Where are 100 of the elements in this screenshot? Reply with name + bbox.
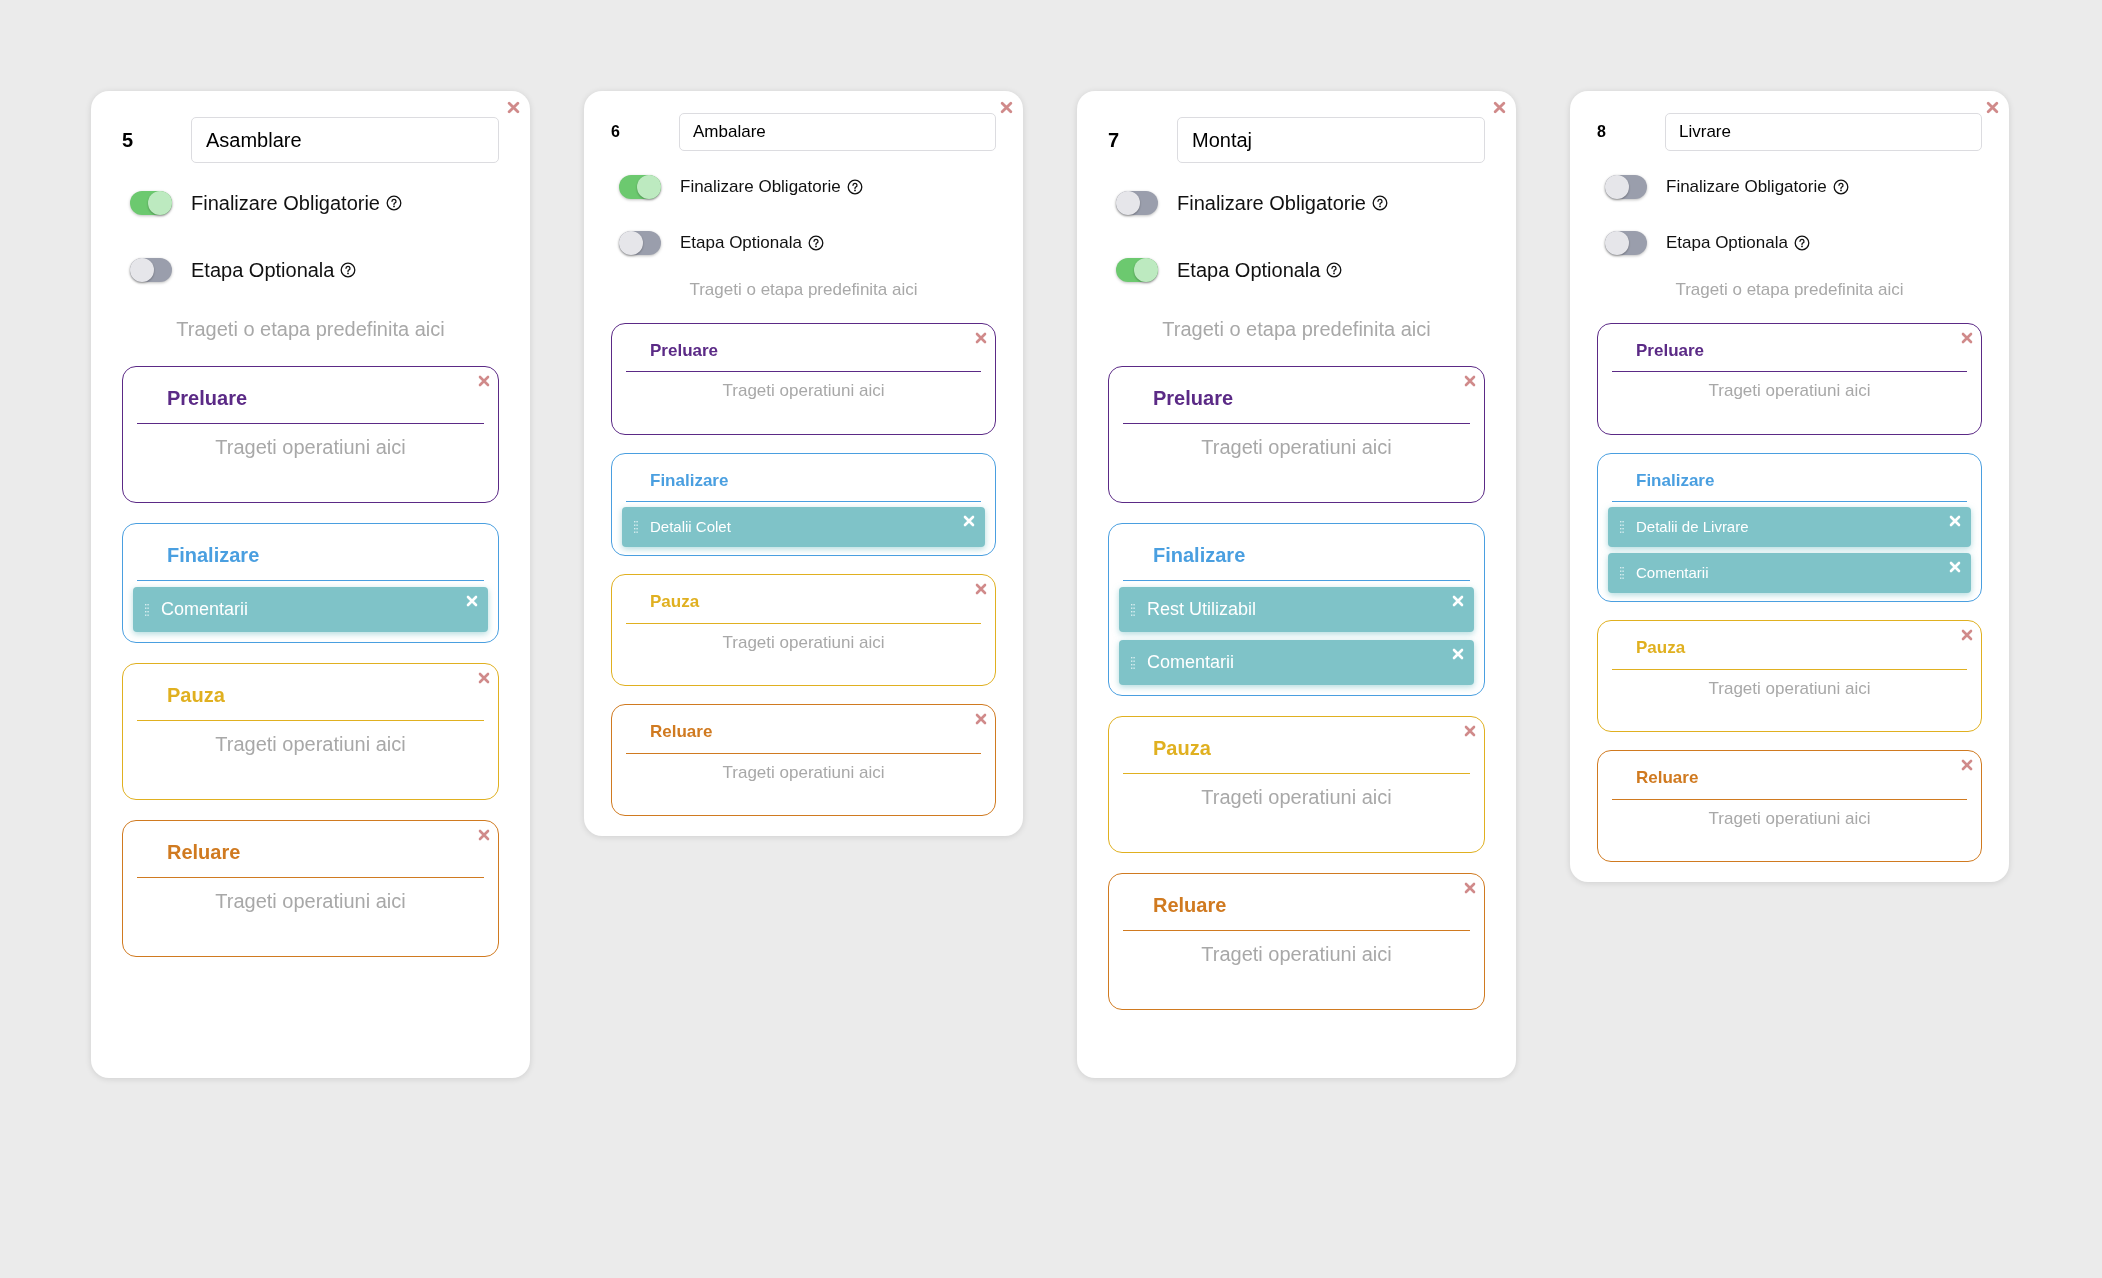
close-icon[interactable] bbox=[1961, 629, 1973, 641]
phase-title: Pauza bbox=[650, 591, 700, 613]
help-icon[interactable] bbox=[340, 262, 357, 278]
operation-item[interactable]: Detalii de Livrare bbox=[1608, 507, 1971, 547]
remove-icon[interactable] bbox=[466, 595, 478, 607]
operation-item[interactable]: Detalii Colet bbox=[622, 507, 985, 547]
toggle-label: Finalizare Obligatorie bbox=[680, 176, 841, 199]
help-icon[interactable] bbox=[1326, 262, 1343, 278]
close-icon[interactable] bbox=[1464, 725, 1476, 737]
drag-handle-icon[interactable] bbox=[1620, 521, 1624, 533]
remove-icon[interactable] bbox=[1452, 595, 1464, 607]
drop-zone[interactable]: Preluare Trageti operatiuni aici bbox=[122, 366, 499, 503]
stage-name-field[interactable]: Livrare bbox=[1665, 113, 1982, 151]
toggle-switch[interactable] bbox=[619, 175, 661, 199]
close-icon[interactable] bbox=[975, 713, 987, 725]
toggle-label: Etapa Optionala bbox=[1666, 232, 1788, 255]
phase-title: Pauza bbox=[167, 683, 225, 708]
close-icon[interactable] bbox=[1493, 101, 1506, 114]
phase-title: Reluare bbox=[650, 721, 713, 743]
help-icon[interactable] bbox=[846, 179, 863, 195]
drop-hint: Trageti o etapa predefinita aici bbox=[1161, 317, 1432, 342]
stage-number: 7 bbox=[1108, 128, 1121, 153]
close-icon[interactable] bbox=[1000, 101, 1013, 114]
phase-title: Reluare bbox=[1153, 893, 1227, 918]
drop-zone[interactable]: Finalizare Detalii de Livrare Comentarii bbox=[1597, 452, 1982, 602]
operation-item[interactable]: Rest Utilizabil bbox=[1119, 587, 1474, 632]
drop-zone[interactable]: Pauza Trageti operatiuni aici bbox=[611, 574, 996, 686]
drag-handle-icon[interactable] bbox=[145, 603, 149, 616]
drop-zone[interactable]: Preluare Trageti operatiuni aici bbox=[611, 322, 996, 435]
close-icon[interactable] bbox=[1464, 375, 1476, 387]
drop-zone[interactable]: Preluare Trageti operatiuni aici bbox=[1597, 322, 1982, 435]
phase-title: Pauza bbox=[1153, 736, 1211, 761]
phase-title: Pauza bbox=[1636, 637, 1686, 659]
toggle-switch[interactable] bbox=[1116, 191, 1158, 215]
close-icon[interactable] bbox=[1464, 882, 1476, 894]
help-icon[interactable] bbox=[386, 195, 402, 211]
help-icon[interactable] bbox=[1832, 179, 1849, 195]
drop-placeholder: Trageti operatiuni aici bbox=[1200, 785, 1393, 810]
close-icon[interactable] bbox=[478, 672, 490, 684]
toggle-switch[interactable] bbox=[619, 231, 661, 255]
help-icon[interactable] bbox=[807, 235, 824, 251]
operation-item[interactable]: Comentarii bbox=[133, 587, 488, 632]
remove-icon[interactable] bbox=[963, 515, 975, 527]
remove-icon[interactable] bbox=[1452, 648, 1464, 660]
close-icon[interactable] bbox=[975, 583, 987, 595]
drop-placeholder: Trageti operatiuni aici bbox=[214, 889, 407, 914]
drop-placeholder: Trageti operatiuni aici bbox=[1200, 435, 1393, 460]
drop-zone[interactable]: Pauza Trageti operatiuni aici bbox=[1597, 620, 1982, 732]
phase-title: Preluare bbox=[1153, 386, 1234, 411]
help-icon[interactable] bbox=[1372, 195, 1388, 211]
close-icon[interactable] bbox=[1986, 101, 1999, 114]
remove-icon[interactable] bbox=[1949, 515, 1961, 527]
drop-placeholder: Trageti operatiuni aici bbox=[214, 732, 407, 757]
operation-label: Detalii Colet bbox=[650, 516, 731, 537]
stage-number: 8 bbox=[1597, 122, 1607, 142]
toggle-label: Finalizare Obligatorie bbox=[1666, 176, 1827, 199]
drop-zone[interactable]: Finalizare Detalii Colet bbox=[611, 452, 996, 556]
drop-zone[interactable]: Pauza Trageti operatiuni aici bbox=[122, 663, 499, 800]
toggle-switch[interactable] bbox=[130, 258, 172, 282]
operation-item[interactable]: Comentarii bbox=[1608, 553, 1971, 593]
drag-handle-icon[interactable] bbox=[1620, 567, 1624, 579]
drop-hint: Trageti o etapa predefinita aici bbox=[175, 317, 446, 342]
toggle-label: Finalizare Obligatorie bbox=[1177, 191, 1366, 216]
drop-zone[interactable]: Reluare Trageti operatiuni aici bbox=[1597, 750, 1982, 862]
drag-handle-icon[interactable] bbox=[1131, 656, 1135, 669]
phase-title: Finalizare bbox=[167, 543, 260, 568]
drop-hint: Trageti o etapa predefinita aici bbox=[1674, 279, 1905, 301]
close-icon[interactable] bbox=[478, 829, 490, 841]
operation-label: Comentarii bbox=[1147, 651, 1235, 674]
phase-title: Finalizare bbox=[650, 469, 729, 492]
toggle-switch[interactable] bbox=[1605, 231, 1647, 255]
close-icon[interactable] bbox=[1961, 331, 1973, 344]
drop-zone[interactable]: Reluare Trageti operatiuni aici bbox=[1108, 873, 1485, 1010]
remove-icon[interactable] bbox=[1949, 561, 1961, 573]
drop-zone[interactable]: Finalizare Rest Utilizabil Comentarii bbox=[1108, 523, 1485, 696]
close-icon[interactable] bbox=[507, 101, 520, 114]
drop-zone[interactable]: Preluare Trageti operatiuni aici bbox=[1108, 366, 1485, 503]
close-icon[interactable] bbox=[975, 331, 987, 344]
drag-handle-icon[interactable] bbox=[1131, 603, 1135, 616]
toggle-switch[interactable] bbox=[1605, 175, 1647, 199]
close-icon[interactable] bbox=[478, 375, 490, 387]
help-icon[interactable] bbox=[1793, 235, 1810, 251]
toggle-switch[interactable] bbox=[130, 191, 172, 215]
toggle-switch[interactable] bbox=[1116, 258, 1158, 282]
drop-zone[interactable]: Reluare Trageti operatiuni aici bbox=[611, 704, 996, 816]
operation-item[interactable]: Comentarii bbox=[1119, 640, 1474, 685]
drop-placeholder: Trageti operatiuni aici bbox=[1707, 380, 1872, 402]
stage-name-field[interactable]: Asamblare bbox=[191, 117, 499, 163]
drop-zone[interactable]: Finalizare Comentarii bbox=[122, 523, 499, 643]
stage-name-field[interactable]: Ambalare bbox=[679, 113, 996, 151]
drop-placeholder: Trageti operatiuni aici bbox=[1707, 677, 1872, 700]
drag-handle-icon[interactable] bbox=[634, 521, 638, 533]
stage-number: 6 bbox=[611, 122, 621, 142]
close-icon[interactable] bbox=[1961, 759, 1973, 771]
drop-zone[interactable]: Reluare Trageti operatiuni aici bbox=[122, 820, 499, 957]
drop-placeholder: Trageti operatiuni aici bbox=[214, 435, 407, 460]
phase-title: Reluare bbox=[167, 840, 241, 865]
phase-title: Finalizare bbox=[1636, 469, 1715, 492]
drop-zone[interactable]: Pauza Trageti operatiuni aici bbox=[1108, 716, 1485, 853]
stage-name-field[interactable]: Montaj bbox=[1177, 117, 1485, 163]
